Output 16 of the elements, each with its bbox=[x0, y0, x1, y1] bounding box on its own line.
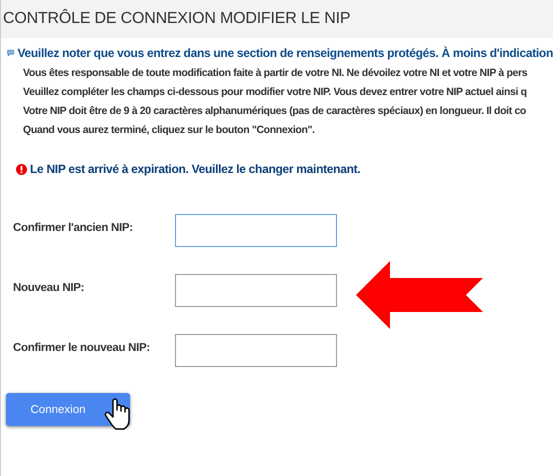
error-message: Le NIP est arrivé à expiration. Veuillez le changer maintenant. bbox=[30, 162, 360, 176]
speech-bubble-icon bbox=[7, 47, 14, 59]
field-label: Confirmer le nouveau NIP: bbox=[12, 341, 151, 354]
pin-field[interactable] bbox=[175, 334, 337, 367]
notice-paragraph: Quand vous aurez terminé, cliquez sur le bouton "Connexion". bbox=[23, 124, 316, 136]
notice-heading: Veuillez noter que vous entrez dans une section de renseignements protégés. À moins d'indication bbox=[17, 46, 553, 60]
field-label: Nouveau NIP: bbox=[12, 281, 86, 294]
field-label: Confirmer l'ancien NIP: bbox=[12, 221, 134, 234]
alert-icon bbox=[16, 164, 27, 174]
notice-paragraph: Veuillez compléter les champs ci-dessous pour modifier votre NIP. Vous devez entrer votre NIP actuel ainsi q bbox=[23, 86, 528, 98]
hand-cursor-icon bbox=[104, 397, 132, 431]
notice-paragraph: Vous êtes responsable de toute modification faite à partir de votre NI. Ne dévoilez votre NI et votre NIP à pers bbox=[23, 67, 528, 79]
notice-paragraph: Votre NIP doit être de 9 à 20 caractères alphanumériques (pas de caractères spéciaux) en longueur. Il doit co bbox=[23, 105, 527, 117]
pin-field[interactable] bbox=[175, 274, 337, 307]
pin-field[interactable] bbox=[175, 214, 337, 247]
page-title: CONTRÔLE DE CONNEXION MODIFIER LE NIP bbox=[3, 10, 350, 28]
